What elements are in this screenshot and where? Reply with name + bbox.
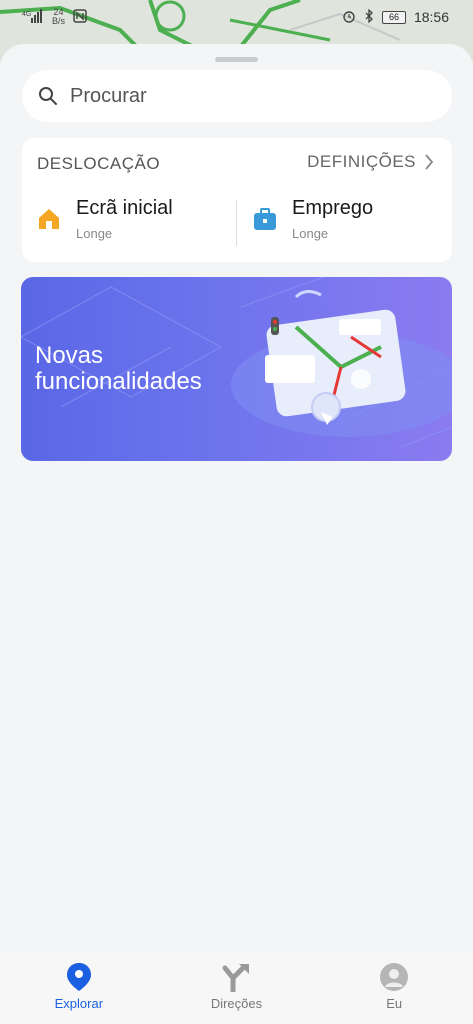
profile-icon — [380, 963, 409, 991]
nav-directions[interactable]: Direções — [176, 952, 296, 1011]
svg-text:4G: 4G — [22, 11, 31, 18]
directions-icon — [222, 964, 250, 992]
new-features-banner[interactable]: Novas funcionalidades — [21, 277, 452, 461]
briefcase-icon — [254, 208, 276, 230]
home-name: Ecrã inicial — [76, 197, 173, 219]
nav-directions-label: Direções — [210, 996, 263, 1011]
home-icon — [39, 209, 59, 229]
nav-explore-label: Explorar — [54, 996, 104, 1011]
commute-settings-link[interactable]: DEFINIÇÕES — [307, 152, 434, 172]
bluetooth-icon — [364, 7, 374, 26]
search-placeholder: Procurar — [70, 84, 147, 107]
commute-card: DESLOCAÇÃO DEFINIÇÕES Ecrã inicial Longe — [22, 138, 452, 262]
nav-explore[interactable]: Explorar — [19, 952, 139, 1011]
status-bar: 4G 24 B/s 66 18:56 — [0, 0, 473, 34]
work-name: Emprego — [292, 197, 374, 219]
nfc-icon — [73, 8, 87, 26]
battery-icon: 66 — [381, 10, 406, 24]
search-icon — [39, 87, 57, 105]
commute-divider — [236, 200, 237, 246]
home-status: Longe — [76, 226, 113, 241]
sheet-drag-handle[interactable] — [215, 57, 258, 62]
work-status: Longe — [292, 226, 329, 241]
location-pin-icon — [66, 963, 91, 991]
bottom-navigation: Explorar Direções Eu — [0, 952, 473, 1024]
bottom-sheet: Procurar DESLOCAÇÃO DEFINIÇÕES Ecrã inic… — [0, 44, 473, 1024]
nav-me-label: Eu — [386, 996, 403, 1011]
commute-settings-label: DEFINIÇÕES — [307, 152, 416, 171]
alarm-icon — [342, 9, 356, 26]
commute-home-item[interactable]: Ecrã inicial Longe — [36, 196, 231, 248]
chevron-right-icon — [425, 154, 434, 170]
signal-icon: 4G — [22, 8, 44, 26]
search-bar[interactable]: Procurar — [22, 70, 452, 122]
commute-work-item[interactable]: Emprego Longe — [252, 196, 442, 248]
network-speed: 24 B/s — [52, 7, 66, 26]
status-time: 18:56 — [413, 9, 449, 25]
commute-title: DESLOCAÇÃO — [37, 154, 161, 173]
banner-title: Novas funcionalidades — [35, 342, 202, 395]
nav-me[interactable]: Eu — [334, 952, 454, 1011]
